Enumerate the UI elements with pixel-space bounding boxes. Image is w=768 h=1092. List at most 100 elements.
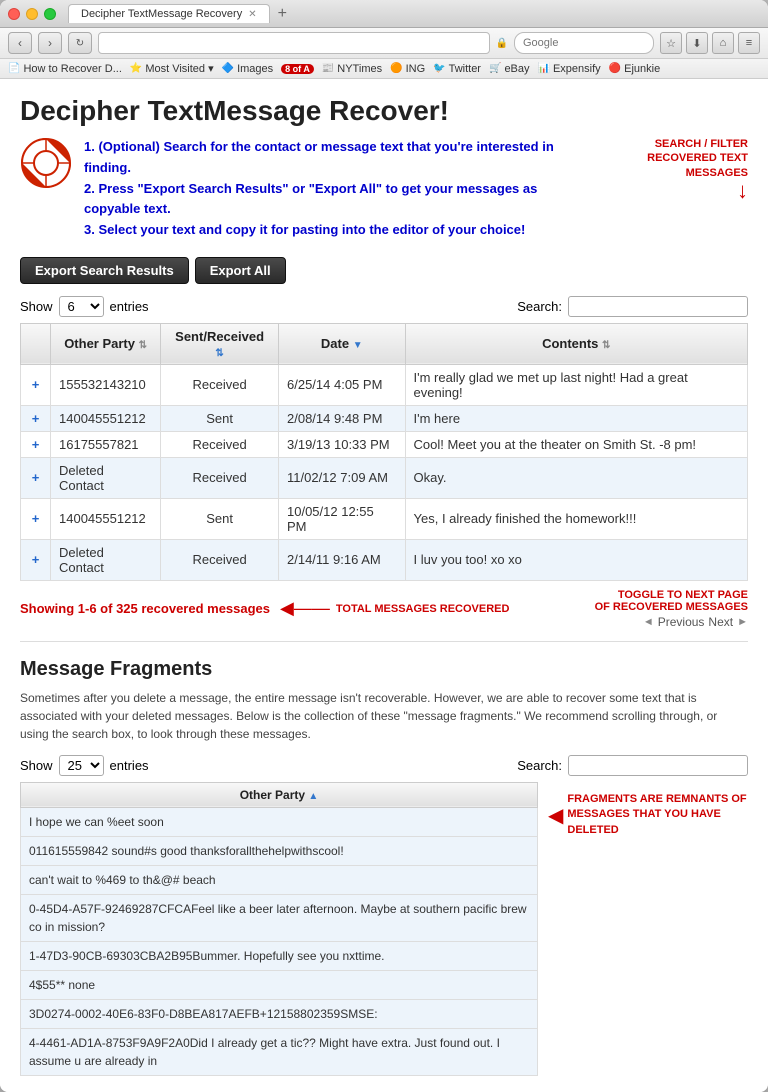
row-plus-5[interactable]: +	[21, 539, 51, 580]
table-row: + 16175557821 Received 3/19/13 10:33 PM …	[21, 431, 748, 457]
fragments-annotation-arrow: ◀	[548, 803, 563, 828]
fragment-row: 011615559842 sound#s good thanksforallth…	[21, 836, 538, 865]
row-contents-3: Okay.	[405, 457, 747, 498]
bookmark-images-icon: 🔷	[222, 63, 234, 74]
fragment-cell-6: 3D0274-0002-40E6-83F0-D8BEA817AEFB+12158…	[21, 999, 538, 1028]
fragment-cell-7: 4-4461-AD1A-8753F9A9F2A0Did I already ge…	[21, 1028, 538, 1075]
address-bar[interactable]	[98, 32, 490, 54]
row-date-1: 2/08/14 9:48 PM	[279, 405, 406, 431]
row-party-1: 140045551212	[51, 405, 161, 431]
instructions-section: 1. (Optional) Search for the contact or …	[20, 137, 748, 241]
bookmark-8ofa[interactable]: 8 of A	[281, 64, 314, 74]
next-page-icon: ►	[737, 616, 748, 628]
bookmark-ing[interactable]: 🟠 ING	[390, 63, 425, 75]
entries-label: entries	[110, 299, 149, 314]
toggle-annotation-text: TOGGLE TO NEXT PAGEOF RECOVERED MESSAGES	[595, 589, 748, 613]
table-search-input[interactable]	[568, 296, 748, 317]
bookmark-ebay[interactable]: 🛒 eBay	[489, 63, 530, 75]
fragment-row: I hope we can %eet soon	[21, 807, 538, 836]
export-search-button[interactable]: Export Search Results	[20, 257, 189, 284]
close-button[interactable]	[8, 8, 20, 20]
ssl-icon: 🔒	[496, 38, 508, 49]
table-row: + 140045551212 Sent 10/05/12 12:55 PM Ye…	[21, 498, 748, 539]
toolbar: ‹ › ↻ 🔒 ☆ ⬇ ⌂ ≡	[0, 28, 768, 59]
action-buttons: Export Search Results Export All	[20, 257, 748, 284]
row-plus-2[interactable]: +	[21, 431, 51, 457]
row-contents-2: Cool! Meet you at the theater on Smith S…	[405, 431, 747, 457]
fragment-cell-3: 0-45D4-A57F-92469287CFCAFeel like a beer…	[21, 894, 538, 941]
fragment-cell-5: 4$55** none	[21, 970, 538, 999]
export-all-button[interactable]: Export All	[195, 257, 286, 284]
maximize-button[interactable]	[44, 8, 56, 20]
bookmark-images[interactable]: 🔷 Images	[222, 63, 274, 75]
back-button[interactable]: ‹	[8, 32, 32, 54]
next-page-button[interactable]: Next	[708, 615, 733, 629]
fragments-show-entries: Show 25 10 50 entries	[20, 755, 149, 776]
previous-page-button[interactable]: Previous	[658, 615, 705, 629]
row-contents-0: I'm really glad we met up last night! Ha…	[405, 364, 747, 405]
table-row: + 155532143210 Received 6/25/14 4:05 PM …	[21, 364, 748, 405]
bookmark-twitter[interactable]: 🐦 Twitter	[433, 63, 481, 75]
row-date-5: 2/14/11 9:16 AM	[279, 539, 406, 580]
row-party-2: 16175557821	[51, 431, 161, 457]
instruction-2: 2. Press "Export Search Results" or "Exp…	[84, 179, 576, 221]
row-plus-1[interactable]: +	[21, 405, 51, 431]
active-tab[interactable]: Decipher TextMessage Recovery ✕	[68, 4, 270, 23]
row-plus-0[interactable]: +	[21, 364, 51, 405]
title-bar: Decipher TextMessage Recovery ✕ +	[0, 0, 768, 28]
search-annotation-arrow: ↓	[588, 180, 748, 202]
download-icon[interactable]: ⬇	[686, 32, 708, 54]
fragment-cell-2: can't wait to %469 to th&@# beach	[21, 865, 538, 894]
google-search-input[interactable]	[514, 32, 654, 54]
bookmark-icon[interactable]: ☆	[660, 32, 682, 54]
total-annotation-text: TOTAL MESSAGES RECOVERED	[336, 603, 510, 615]
browser-window: Decipher TextMessage Recovery ✕ + ‹ › ↻ …	[0, 0, 768, 1092]
row-contents-1: I'm here	[405, 405, 747, 431]
bookmark-how-to[interactable]: 📄 How to Recover D...	[8, 63, 122, 75]
fragments-description: Sometimes after you delete a message, th…	[20, 689, 748, 743]
row-date-2: 3/19/13 10:33 PM	[279, 431, 406, 457]
fragments-col-header[interactable]: Other Party ▲	[21, 782, 538, 807]
instruction-1: 1. (Optional) Search for the contact or …	[84, 137, 576, 179]
fragment-row: 1-47D3-90CB-69303CBA2B95Bummer. Hopefull…	[21, 941, 538, 970]
new-tab-button[interactable]: +	[274, 5, 291, 23]
home-icon[interactable]: ⌂	[712, 32, 734, 54]
bookmark-ejunkie[interactable]: 🔴 Ejunkie	[609, 63, 661, 75]
menu-icon[interactable]: ≡	[738, 32, 760, 54]
row-direction-2: Received	[161, 431, 279, 457]
fragments-annotation-text: FRAGMENTS ARE REMNANTS OFMESSAGES THAT Y…	[567, 792, 748, 838]
refresh-button[interactable]: ↻	[68, 32, 92, 54]
fragments-search-input[interactable]	[568, 755, 748, 776]
fragments-table-controls: Show 25 10 50 entries Search:	[20, 755, 748, 776]
fragments-sort-icon: ▲	[308, 791, 318, 802]
fragments-entries-select[interactable]: 25 10 50	[59, 755, 104, 776]
entries-select[interactable]: 6 10 25 50	[59, 296, 104, 317]
row-plus-4[interactable]: +	[21, 498, 51, 539]
tab-bar: Decipher TextMessage Recovery ✕ +	[68, 4, 760, 23]
col-header-direction[interactable]: Sent/Received ⇅	[161, 323, 279, 364]
lifesaver-icon	[20, 137, 72, 189]
fragment-row: 4-4461-AD1A-8753F9A9F2A0Did I already ge…	[21, 1028, 538, 1075]
bookmark-page-icon: 📄	[8, 63, 20, 74]
minimize-button[interactable]	[26, 8, 38, 20]
row-direction-5: Received	[161, 539, 279, 580]
col-header-contents[interactable]: Contents ⇅	[405, 323, 747, 364]
bookmark-expensify[interactable]: 📊 Expensify	[538, 63, 601, 75]
col-header-date[interactable]: Date ▼	[279, 323, 406, 364]
row-date-3: 11/02/12 7:09 AM	[279, 457, 406, 498]
bookmarks-bar: 📄 How to Recover D... ⭐ Most Visited ▾ 🔷…	[0, 59, 768, 79]
total-annotation-arrow: ◀——	[280, 598, 330, 619]
forward-button[interactable]: ›	[38, 32, 62, 54]
fragment-cell-4: 1-47D3-90CB-69303CBA2B95Bummer. Hopefull…	[21, 941, 538, 970]
tab-close-icon[interactable]: ✕	[248, 9, 256, 20]
bookmark-nytimes[interactable]: 📰 NYTimes	[322, 63, 382, 75]
bookmark-expensify-icon: 📊	[538, 63, 550, 74]
total-count: 325	[116, 601, 138, 616]
row-plus-3[interactable]: +	[21, 457, 51, 498]
row-date-0: 6/25/14 4:05 PM	[279, 364, 406, 405]
col-header-party[interactable]: Other Party ⇅	[51, 323, 161, 364]
row-party-5: Deleted Contact	[51, 539, 161, 580]
bookmark-most-visited[interactable]: ⭐ Most Visited ▾	[130, 62, 214, 75]
tab-title: Decipher TextMessage Recovery	[81, 8, 242, 20]
row-direction-3: Received	[161, 457, 279, 498]
